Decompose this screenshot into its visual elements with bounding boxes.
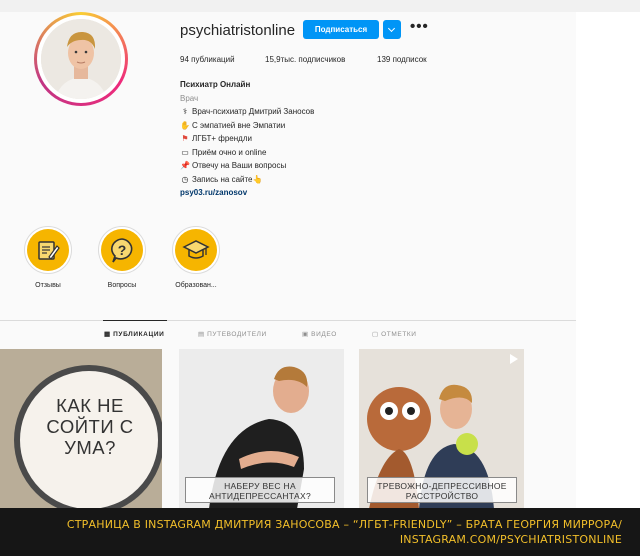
caption-line: INSTAGRAM.COM/PSYCHIATRISTONLINE	[399, 533, 622, 546]
profile-avatar[interactable]	[34, 12, 128, 106]
tab-publications[interactable]: ▦ ПУБЛИКАЦИИ	[104, 330, 164, 338]
followers-count[interactable]: 15,9тыс. подписчиков	[265, 55, 345, 64]
active-tab-indicator	[103, 320, 167, 321]
post-tile[interactable]: КАК НЕ СОЙТИ С УМА?	[0, 349, 162, 508]
instagram-profile-screen: psychiatristonline Подписаться ••• 94 пу…	[0, 0, 640, 508]
follow-button[interactable]: Подписаться	[303, 20, 379, 39]
highlight-reviews[interactable]: Отзывы	[21, 226, 75, 289]
laptop-icon: ▭	[181, 147, 189, 157]
tab-video[interactable]: ▣ ВИДЕО	[302, 330, 337, 338]
highlight-questions[interactable]: ? Вопросы	[95, 226, 149, 289]
highlight-label: Образован...	[175, 282, 217, 289]
bio-website-link[interactable]: psy03.ru/zanosov	[180, 186, 314, 200]
pencil-note-icon	[38, 241, 60, 260]
graduation-cap-icon	[182, 240, 210, 259]
post-tile[interactable]: ТРЕВОЖНО-ДЕПРЕССИВНОЕ РАССТРОЙСТВО	[359, 349, 524, 508]
suggested-dropdown-button[interactable]	[383, 20, 401, 39]
post-caption-box: ТРЕВОЖНО-ДЕПРЕССИВНОЕ РАССТРОЙСТВО	[367, 477, 517, 503]
video-post-icon	[510, 354, 518, 364]
caption-line: СТРАНИЦА В INSTAGRAM ДМИТРИЯ ЗАНОСОВА – …	[66, 518, 622, 531]
profile-bio: Психиатр Онлайн Врач ⚕ Врач-психиатр Дмит…	[180, 78, 314, 200]
bio-line: ✋ С эмпатией вне Эмпатии	[180, 119, 314, 133]
bio-line: ⚑ ЛГБТ+ френдли	[180, 132, 314, 146]
pin-icon: 📌	[180, 161, 190, 170]
post-title: КАК НЕ СОЙТИ С УМА?	[46, 395, 134, 458]
tab-tagged[interactable]: ▢ ОТМЕТКИ	[372, 330, 417, 338]
tabs-divider	[0, 320, 576, 321]
doctor-icon: ⚕	[182, 107, 188, 116]
profile-category: Врач	[180, 93, 199, 103]
highlight-label: Вопросы	[107, 282, 137, 289]
top-edge	[0, 0, 640, 12]
grid-icon: ▦	[104, 331, 114, 338]
following-count[interactable]: 139 подписок	[377, 55, 427, 64]
video-caption-bar: СТРАНИЦА В INSTAGRAM ДМИТРИЯ ЗАНОСОВА – …	[0, 508, 640, 556]
bio-line: ◷ Запись на сайте👆	[180, 173, 314, 187]
video-icon: ▣	[302, 331, 312, 338]
bio-line: 📌 Отвечу на Ваши вопросы	[180, 159, 314, 173]
tag-icon: ▢	[372, 331, 382, 338]
highlight-label: Отзывы	[35, 282, 61, 289]
profile-full-name: Психиатр Онлайн	[180, 80, 251, 89]
posts-count[interactable]: 94 публикаций	[180, 55, 235, 64]
clock-icon: ◷	[181, 174, 189, 184]
question-icon: ?	[111, 238, 133, 263]
bio-line: ⚕ Врач-психиатр Дмитрий Заносов	[180, 105, 315, 119]
guide-icon: ▤	[198, 331, 208, 338]
highlight-education[interactable]: Образован...	[169, 226, 223, 289]
rainbow-flag-icon: ⚑	[181, 134, 189, 143]
video-caption-text: СТРАНИЦА В INSTAGRAM ДМИТРИЯ ЗАНОСОВА – …	[67, 517, 622, 547]
right-blank-area	[576, 12, 640, 508]
bio-line: ▭ Приём очно и online	[180, 146, 314, 160]
post-caption-box: НАБЕРУ ВЕС НА АНТИДЕПРЕССАНТАХ?	[185, 477, 335, 503]
svg-text:?: ?	[118, 242, 127, 258]
hands-icon: ✋	[180, 120, 190, 130]
avatar-photo	[41, 19, 121, 99]
post-tile[interactable]: НАБЕРУ ВЕС НА АНТИДЕПРЕССАНТАХ?	[179, 349, 344, 508]
more-options-icon[interactable]: •••	[410, 18, 429, 35]
profile-username: psychiatristonline	[180, 22, 296, 39]
tab-guides[interactable]: ▤ ПУТЕВОДИТЕЛИ	[198, 330, 267, 338]
